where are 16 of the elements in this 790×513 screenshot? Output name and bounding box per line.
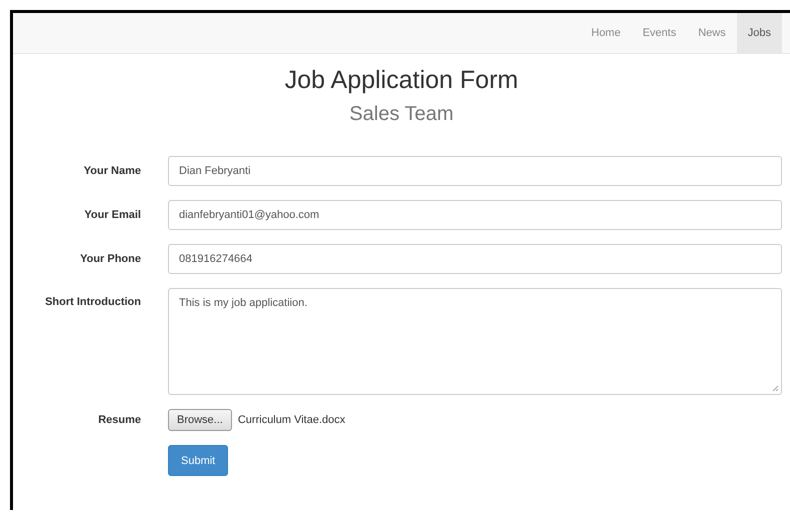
field-label: Your Name: [82, 165, 141, 177]
field-label: Your Email: [83, 209, 141, 221]
page-title: Job Application Form: [284, 66, 520, 95]
text-input[interactable]: 081916274664: [168, 244, 782, 274]
field-label: Short Introduction: [44, 295, 141, 308]
textarea-field[interactable]: This is my job applicatiion.: [168, 288, 782, 395]
nav-link[interactable]: Jobs: [736, 13, 782, 53]
submit-button[interactable]: Submit: [168, 445, 228, 476]
field-label: Resume: [97, 414, 141, 426]
file-name: Curriculum Vitae.docx: [238, 414, 346, 426]
page-subtitle: Sales Team: [348, 103, 455, 126]
browse-button[interactable]: Browse...: [168, 409, 232, 431]
field-label: Your Phone: [79, 253, 141, 265]
text-input[interactable]: dianfebryanti01@yahoo.com: [168, 200, 782, 230]
text-input[interactable]: Dian Febryanti: [168, 156, 782, 186]
resize-grip-icon[interactable]: [772, 385, 779, 392]
